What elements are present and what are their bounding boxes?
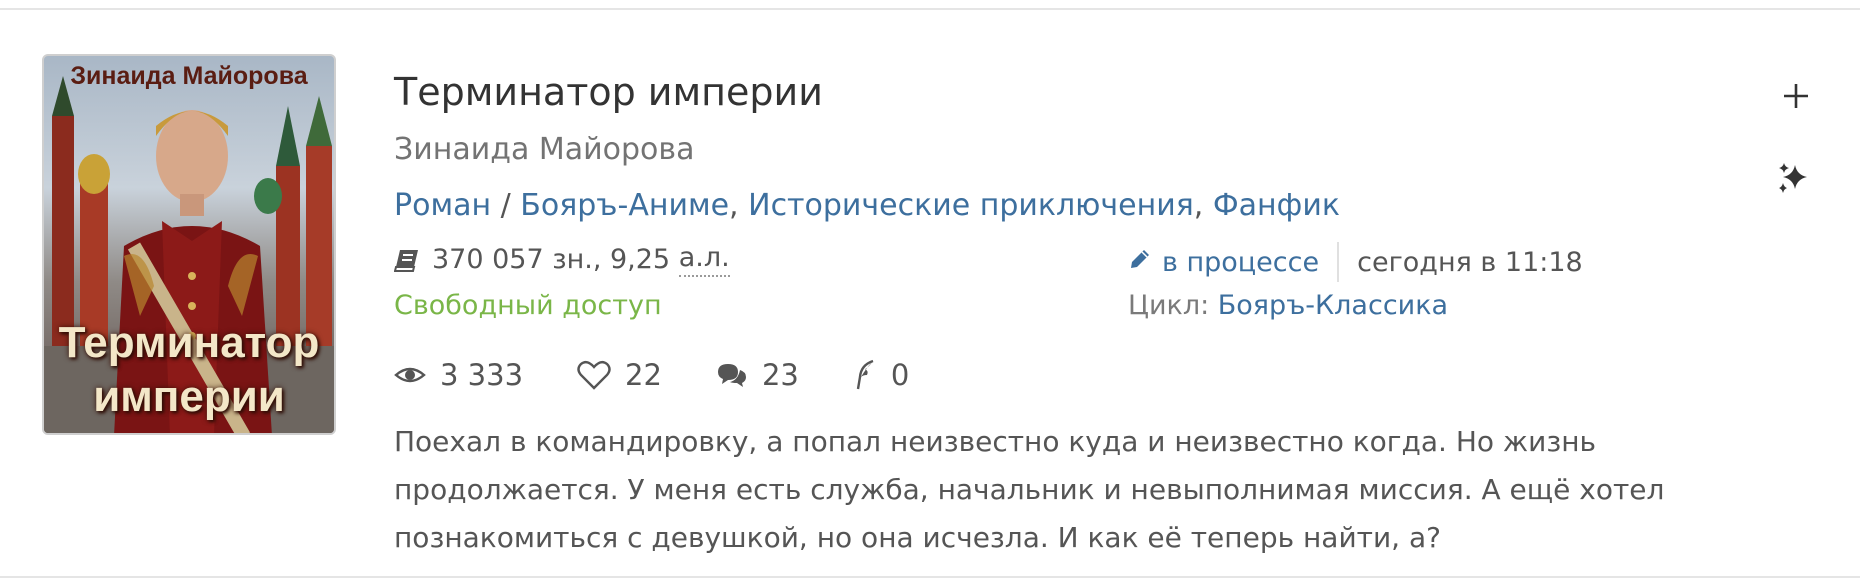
- plus-icon: [1784, 84, 1808, 108]
- comments-icon: [717, 364, 746, 387]
- genre-link[interactable]: Фанфик: [1213, 188, 1340, 223]
- genre-link[interactable]: Бояръ-Аниме: [520, 188, 729, 223]
- book-status: в процессе сегодня в 11:18: [1128, 242, 1583, 282]
- updated-date: сегодня в 11:18: [1357, 246, 1583, 278]
- feather-icon: [856, 359, 874, 390]
- genre-comma: ,: [1193, 188, 1213, 223]
- comments-stat[interactable]: 23: [716, 358, 799, 392]
- book-card: Зинаида Майорова Терминатор империи Терм…: [0, 8, 1860, 578]
- awards-count: 0: [890, 358, 910, 392]
- cover-title-text: Терминатор империи: [58, 318, 320, 421]
- size-unit[interactable]: а.л.: [678, 242, 730, 277]
- heart-icon: [577, 360, 611, 390]
- add-to-library-button[interactable]: [1776, 76, 1816, 116]
- cycle-link[interactable]: Бояръ-Классика: [1218, 290, 1448, 321]
- likes-stat[interactable]: 22: [577, 358, 662, 392]
- book-annotation: Поехал в командировку, а попал неизвестн…: [394, 425, 1665, 554]
- genre-link-main[interactable]: Роман: [394, 188, 491, 223]
- views-count: 3 333: [440, 358, 524, 392]
- stats-bar: 3 333 22 23 0: [394, 358, 963, 392]
- eye-icon: [394, 367, 426, 383]
- book-icon: [394, 247, 420, 273]
- book-cycle: Цикл: Бояръ-Классика: [1128, 290, 1448, 321]
- status-divider: [1337, 242, 1340, 282]
- genre-comma: ,: [729, 188, 749, 223]
- genre-list: Роман / Бояръ-Аниме, Исторические приклю…: [394, 188, 1340, 223]
- status-text: в процессе: [1162, 246, 1320, 278]
- book-title[interactable]: Терминатор империи: [394, 70, 823, 114]
- genre-link[interactable]: Исторические приключения: [748, 188, 1194, 223]
- likes-count: 22: [625, 358, 662, 392]
- access-badge: Свободный доступ: [394, 290, 662, 321]
- views-stat: 3 333: [394, 358, 523, 392]
- awards-stat[interactable]: 0: [853, 358, 909, 392]
- cycle-label: Цикл:: [1128, 290, 1210, 321]
- size-chars: 370 057 зн., 9,25: [432, 244, 671, 275]
- book-cover[interactable]: Зинаида Майорова Терминатор империи: [42, 54, 336, 435]
- book-author[interactable]: Зинаида Майорова: [394, 132, 694, 167]
- comments-count: 23: [761, 358, 799, 392]
- book-size: 370 057 зн., 9,25 а.л.: [394, 242, 730, 277]
- genre-separator: /: [491, 188, 521, 223]
- sparkle-icon: [1779, 163, 1807, 193]
- cover-author-text: Зинаида Майорова: [70, 62, 308, 90]
- pencil-icon: [1128, 247, 1152, 278]
- recommend-button[interactable]: [1774, 158, 1814, 198]
